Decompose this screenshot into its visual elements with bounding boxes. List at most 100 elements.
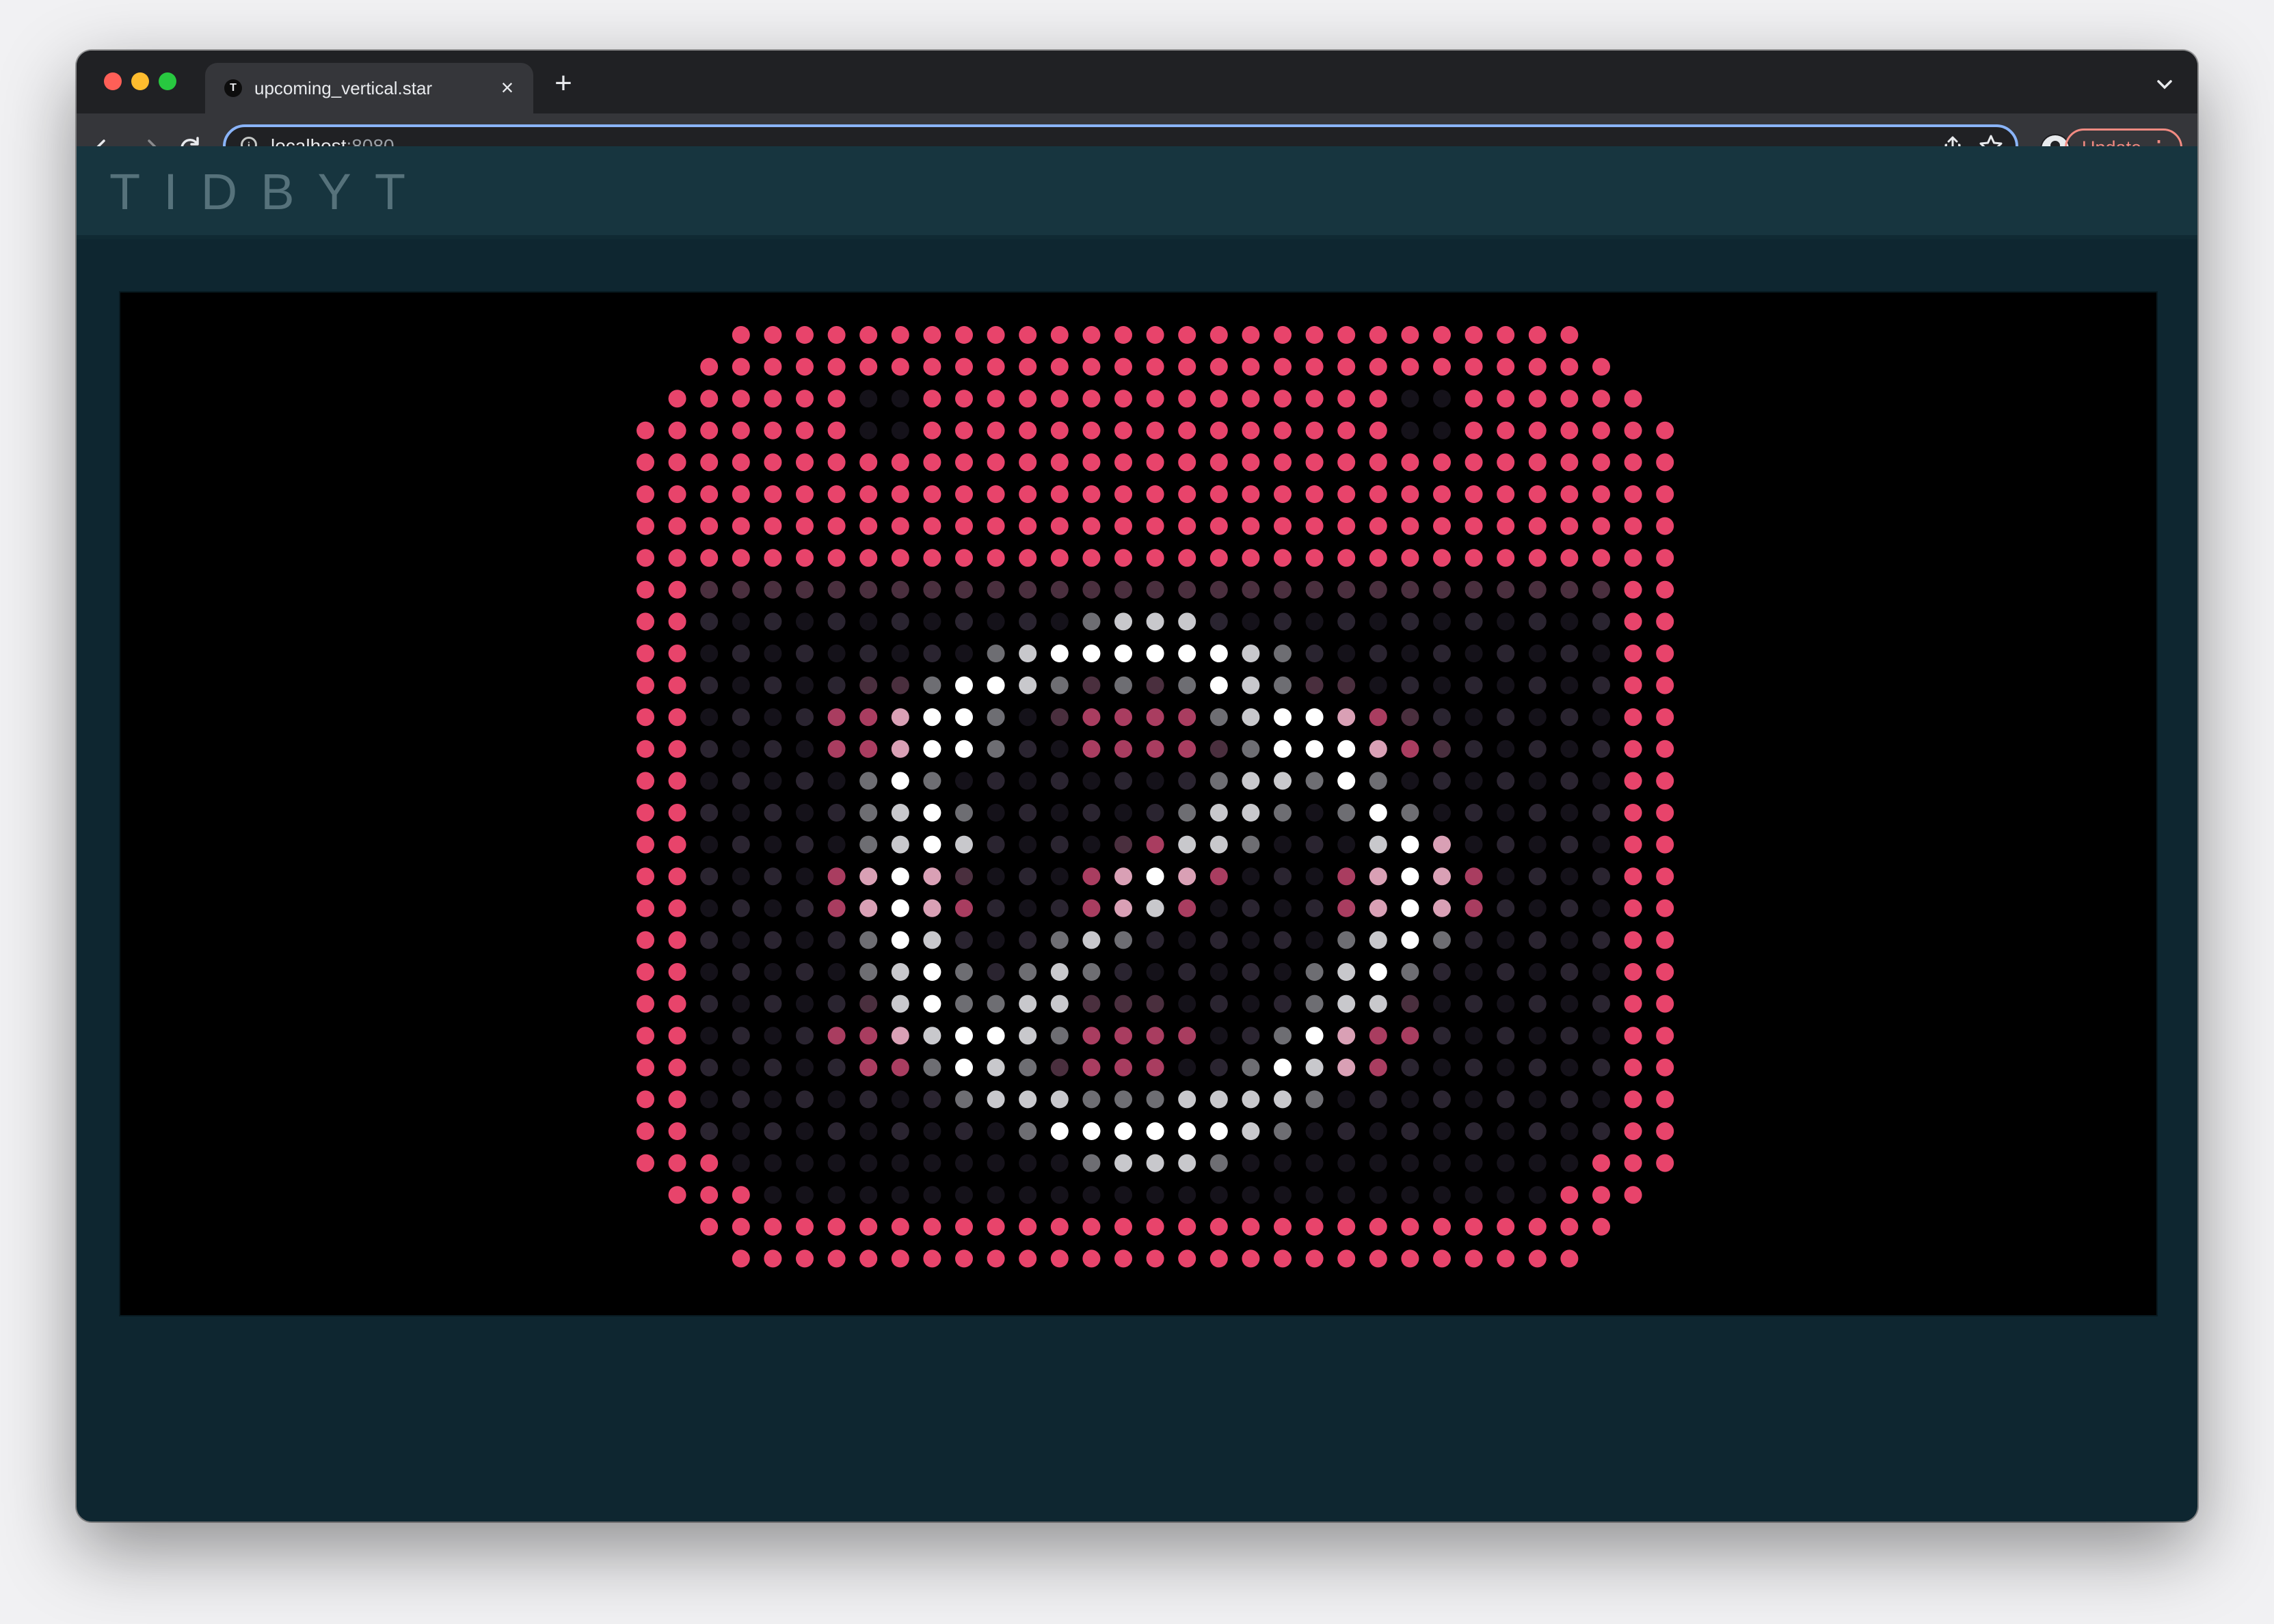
led-pixel (987, 549, 1005, 567)
led-pixel (827, 1027, 846, 1045)
led-pixel (1209, 835, 1228, 854)
led-pixel (1528, 931, 1547, 949)
led-pixel (1369, 612, 1387, 631)
led-pixel (987, 708, 1005, 727)
new-tab-button[interactable]: + (547, 67, 580, 100)
close-window-button[interactable] (104, 72, 122, 90)
led-pixel (1114, 931, 1132, 949)
led-pixel (700, 931, 719, 949)
maximize-window-button[interactable] (159, 72, 176, 90)
led-pixel (1050, 645, 1069, 662)
led-pixel (1305, 390, 1324, 408)
led-pixel (1401, 963, 1419, 981)
led-pixel (1178, 326, 1196, 344)
led-pixel (764, 1090, 782, 1109)
led-pixel (764, 676, 782, 694)
led-pixel (1497, 1058, 1515, 1077)
led-pixel (1242, 357, 1260, 376)
led-pixel (1050, 963, 1069, 981)
led-pixel (1274, 645, 1292, 662)
led-pixel (1274, 1154, 1292, 1172)
led-pixel (1624, 1027, 1642, 1045)
led-pixel (1305, 1186, 1324, 1204)
led-pixel (1560, 1058, 1579, 1077)
led-pixel (1433, 772, 1451, 790)
led-pixel (732, 708, 750, 727)
led-pixel (1178, 549, 1196, 567)
led-pixel (827, 1154, 846, 1172)
chevron-down-icon[interactable] (2151, 71, 2178, 98)
led-pixel (1242, 899, 1260, 917)
tidbyt-header: TIDBYT (77, 146, 2197, 239)
led-pixel (1337, 421, 1356, 439)
led-pixel (1114, 963, 1132, 981)
led-pixel (1464, 390, 1483, 408)
minimize-window-button[interactable] (131, 72, 149, 90)
led-pixel (1433, 1154, 1451, 1172)
led-pixel (1146, 899, 1164, 917)
led-pixel (1050, 1154, 1069, 1172)
tab-upcoming-vertical[interactable]: T upcoming_vertical.star × (205, 63, 533, 113)
led-pixel (987, 931, 1005, 949)
led-pixel (859, 1090, 878, 1109)
led-pixel (1369, 357, 1387, 376)
led-pixel (1146, 612, 1164, 631)
led-pixel (1464, 421, 1483, 439)
led-pixel (1624, 1154, 1642, 1172)
led-pixel (1369, 804, 1387, 822)
led-pixel (1560, 931, 1579, 949)
led-pixel (637, 1090, 654, 1109)
led-pixel (1560, 1249, 1579, 1268)
led-pixel (668, 867, 686, 886)
led-pixel (732, 835, 750, 854)
led-pixel (1242, 1027, 1260, 1045)
led-pixel (1242, 1058, 1260, 1077)
led-pixel (1337, 326, 1356, 344)
led-pixel (1019, 453, 1037, 472)
led-pixel (764, 994, 782, 1013)
led-pixel (955, 676, 973, 694)
led-pixel (1433, 931, 1451, 949)
led-pixel (1337, 1090, 1356, 1109)
led-pixel (859, 357, 878, 376)
led-pixel (1656, 549, 1674, 567)
tab-title: upcoming_vertical.star (254, 78, 433, 98)
led-pixel (1274, 1249, 1292, 1268)
led-pixel (1592, 931, 1610, 949)
led-pixel (1146, 772, 1164, 790)
led-pixel (859, 772, 878, 790)
led-pixel (1050, 517, 1069, 535)
led-pixel (827, 772, 846, 790)
led-pixel (1114, 326, 1132, 344)
led-pixel (987, 645, 1005, 662)
led-pixel (1528, 612, 1547, 631)
led-pixel (732, 1122, 750, 1140)
close-tab-icon[interactable]: × (494, 74, 521, 101)
led-pixel (1082, 899, 1101, 917)
led-pixel (1592, 645, 1610, 662)
led-pixel (1337, 963, 1356, 981)
led-pixel (796, 326, 814, 344)
led-pixel (1464, 326, 1483, 344)
led-pixel (1592, 1090, 1610, 1109)
led-pixel (1464, 1090, 1483, 1109)
led-pixel (1305, 931, 1324, 949)
led-pixel (1433, 740, 1451, 758)
led-pixel (955, 708, 973, 727)
led-pixel (1178, 1186, 1196, 1204)
led-pixel (1624, 549, 1642, 567)
led-pixel (1082, 1122, 1101, 1140)
led-pixel (1209, 485, 1228, 503)
led-pixel (1019, 326, 1037, 344)
led-pixel (1369, 390, 1387, 408)
led-pixel (923, 772, 941, 790)
led-pixel (1209, 1058, 1228, 1077)
led-pixel (637, 899, 654, 917)
led-pixel (1146, 421, 1164, 439)
led-pixel (1401, 994, 1419, 1013)
led-pixel (764, 963, 782, 981)
led-pixel (923, 1217, 941, 1236)
led-pixel (1337, 931, 1356, 949)
led-pixel (764, 1217, 782, 1236)
led-pixel (987, 899, 1005, 917)
